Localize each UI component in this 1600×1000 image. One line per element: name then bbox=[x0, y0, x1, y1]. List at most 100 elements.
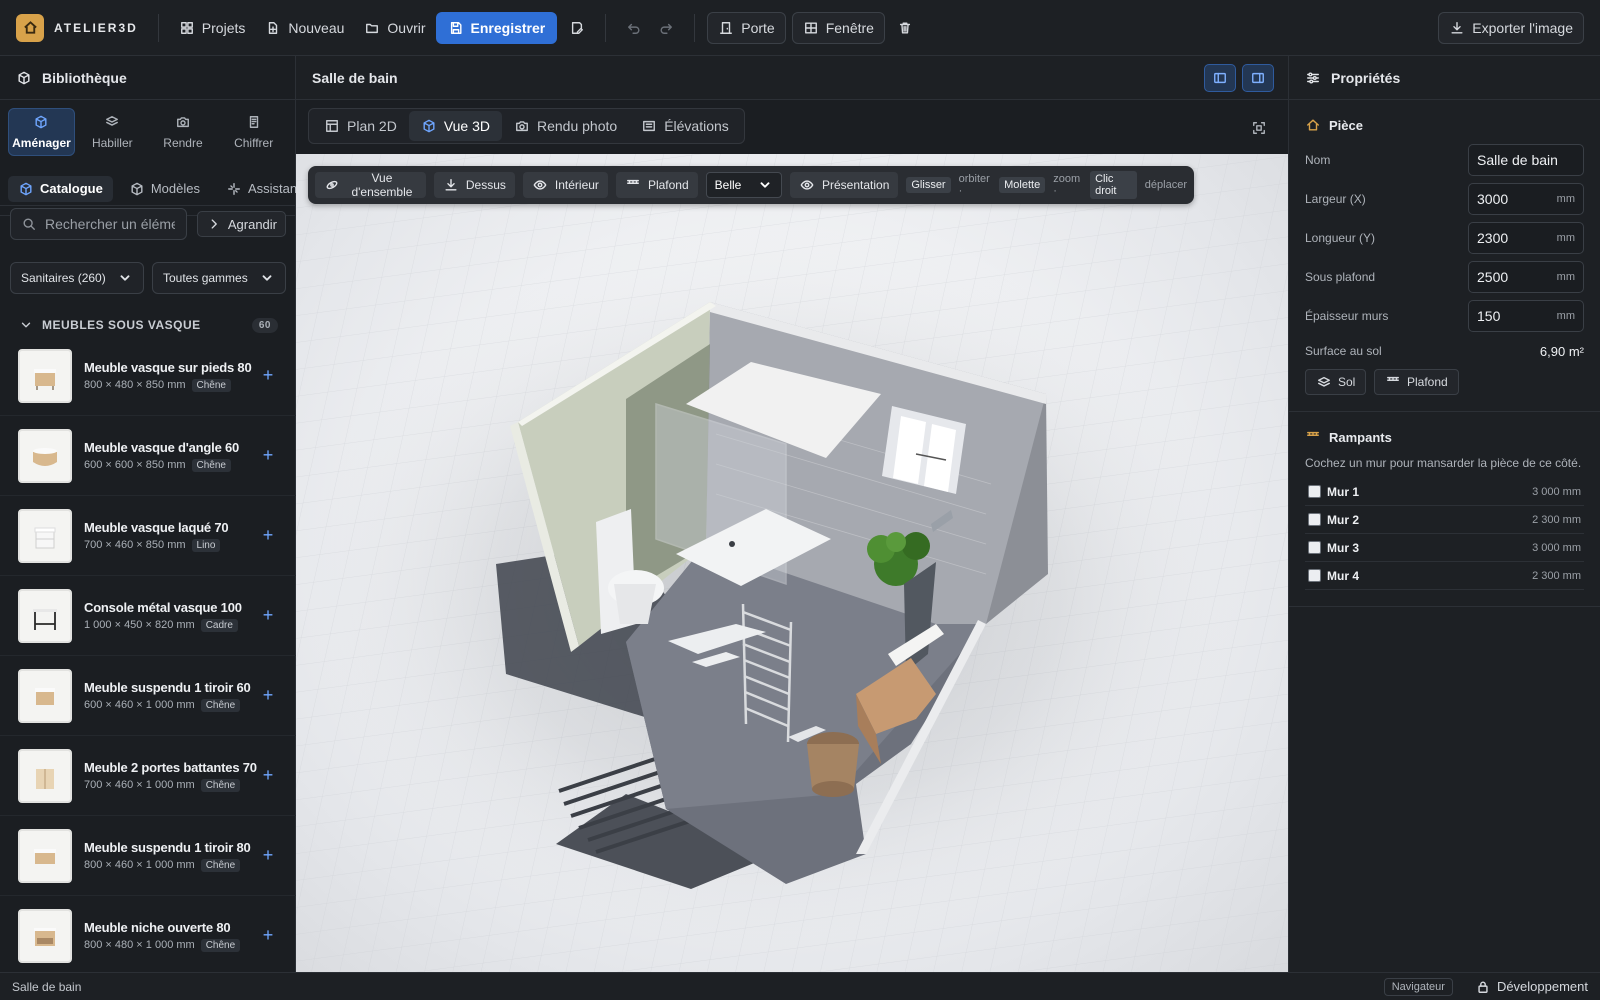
top-view-button[interactable]: Dessus bbox=[433, 172, 515, 198]
tab-plan-2d[interactable]: Plan 2D bbox=[312, 111, 409, 141]
window-button[interactable]: Fenêtre bbox=[791, 11, 885, 44]
category-count-badge: 60 bbox=[251, 317, 278, 333]
ceiling-toggle-button[interactable]: Plafond bbox=[615, 172, 698, 198]
cube-outline-icon bbox=[129, 181, 145, 197]
search-input[interactable] bbox=[45, 216, 175, 232]
tab-rendu-photo[interactable]: Rendu photo bbox=[502, 111, 629, 141]
room-name-input[interactable]: Salle de bain bbox=[1468, 143, 1584, 176]
add-item-button[interactable]: + bbox=[258, 365, 278, 386]
mode-chiffrer[interactable]: Chiffrer bbox=[220, 108, 287, 156]
top-toolbar: ATELIER3D Projets Nouveau Ouvrir Enregis… bbox=[0, 0, 1600, 56]
catalog-item[interactable]: Meuble niche ouverte 80 800 × 480 × 1 000… bbox=[0, 896, 296, 976]
item-thumbnail bbox=[18, 668, 72, 723]
export-image-button[interactable]: Exporter l'image bbox=[1438, 11, 1584, 44]
floor-area-label: Surface au sol bbox=[1305, 344, 1382, 358]
catalog-item[interactable]: Meuble suspendu 1 tiroir 60 600 × 460 × 1… bbox=[0, 656, 296, 736]
ceiling-button[interactable]: Plafond bbox=[1373, 369, 1459, 395]
presentation-button[interactable]: Présentation bbox=[789, 172, 899, 198]
save-button[interactable]: Enregistrer bbox=[435, 11, 558, 44]
library-title: Bibliothèque bbox=[42, 69, 127, 86]
item-thumbnail bbox=[18, 428, 72, 483]
catalog-item[interactable]: Meuble vasque sur pieds 80 800 × 480 × 85… bbox=[0, 336, 296, 416]
add-item-button[interactable]: + bbox=[258, 685, 278, 706]
status-bar: Salle de bain Navigateur Développement bbox=[0, 972, 1600, 1000]
room-3d-render bbox=[296, 154, 1288, 972]
tab-label: Élévations bbox=[664, 118, 729, 134]
add-item-button[interactable]: + bbox=[258, 525, 278, 546]
wall-thickness-input[interactable]: 150 mm bbox=[1468, 299, 1584, 332]
download-icon bbox=[1449, 20, 1465, 36]
toggle-right-panel-button[interactable] bbox=[1242, 64, 1274, 92]
overview-view-button[interactable]: Vue d'ensemble bbox=[315, 171, 426, 199]
length-input[interactable]: 2300 mm bbox=[1468, 221, 1584, 254]
sidebar-right-icon bbox=[1250, 70, 1266, 86]
catalog-item[interactable]: Meuble vasque laqué 70 700 × 460 × 850 mm… bbox=[0, 496, 296, 576]
ceiling-height-row: Sous plafond 2500 mm bbox=[1305, 257, 1584, 296]
item-text: Meuble niche ouverte 80 800 × 480 × 1 000… bbox=[84, 920, 246, 952]
add-item-button[interactable]: + bbox=[258, 765, 278, 786]
wall-thickness-unit: mm bbox=[1556, 309, 1575, 322]
window-icon bbox=[803, 20, 819, 36]
right-click-action-hint: déplacer bbox=[1144, 179, 1187, 191]
category-select[interactable]: Sanitaires (260) bbox=[10, 262, 144, 294]
tab-label: Rendu photo bbox=[537, 118, 618, 134]
length-label: Longueur (Y) bbox=[1305, 230, 1376, 245]
wall-checkbox[interactable] bbox=[1308, 513, 1321, 526]
width-input[interactable]: 3000 mm bbox=[1468, 182, 1584, 215]
projects-label: Projets bbox=[201, 19, 246, 36]
mode-habiller[interactable]: Habiller bbox=[79, 108, 146, 156]
wall-checkbox[interactable] bbox=[1308, 541, 1321, 554]
door-button[interactable]: Porte bbox=[707, 11, 786, 44]
add-item-button[interactable]: + bbox=[258, 925, 278, 946]
open-button[interactable]: Ouvrir bbox=[354, 12, 435, 44]
undo-button[interactable] bbox=[618, 12, 650, 44]
add-item-button[interactable]: + bbox=[258, 445, 278, 466]
toggle-left-panel-button[interactable] bbox=[1204, 64, 1236, 92]
add-item-button[interactable]: + bbox=[258, 845, 278, 866]
item-name: Meuble 2 portes battantes 70 bbox=[84, 759, 257, 775]
fit-view-button[interactable] bbox=[1246, 116, 1272, 140]
save-as-button[interactable] bbox=[561, 12, 593, 44]
tab-elevations[interactable]: Élévations bbox=[629, 111, 741, 141]
wall-name: Mur 4 bbox=[1327, 568, 1360, 583]
library-panel: Bibliothèque Aménager Habiller Rendre Ch… bbox=[0, 56, 301, 976]
mode-amenager[interactable]: Aménager bbox=[8, 108, 75, 156]
add-item-button[interactable]: + bbox=[258, 605, 278, 626]
new-button[interactable]: Nouveau bbox=[255, 12, 354, 44]
delete-button[interactable] bbox=[889, 12, 921, 44]
tab-label: Catalogue bbox=[40, 181, 103, 196]
catalog-item[interactable]: Meuble vasque d'angle 60 600 × 600 × 850 … bbox=[0, 416, 296, 496]
item-meta: 800 × 460 × 1 000 mm Chêne bbox=[84, 858, 246, 872]
wall-checkbox[interactable] bbox=[1308, 569, 1321, 582]
width-label: Largeur (X) bbox=[1305, 191, 1366, 206]
dev-mode[interactable]: Développement bbox=[1475, 979, 1588, 995]
projects-button[interactable]: Projets bbox=[169, 12, 256, 44]
catalog-item[interactable]: Meuble 2 portes battantes 70 700 × 460 × … bbox=[0, 736, 296, 816]
save-label: Enregistrer bbox=[470, 19, 546, 36]
interior-view-button[interactable]: Intérieur bbox=[522, 172, 608, 198]
cube-icon bbox=[33, 114, 49, 130]
length-value: 2300 bbox=[1477, 229, 1509, 246]
app-logo-icon[interactable] bbox=[16, 13, 44, 42]
range-select[interactable]: Toutes gammes bbox=[152, 262, 286, 294]
item-text: Meuble suspendu 1 tiroir 60 600 × 460 × 1… bbox=[84, 680, 251, 712]
catalog-item[interactable]: Meuble suspendu 1 tiroir 80 800 × 460 × 1… bbox=[0, 816, 296, 896]
tab-vue-3d[interactable]: Vue 3D bbox=[408, 111, 502, 141]
width-value: 3000 bbox=[1477, 190, 1509, 207]
tab-modeles[interactable]: Modèles bbox=[119, 176, 210, 202]
redo-button[interactable] bbox=[650, 12, 682, 44]
mode-rendre[interactable]: Rendre bbox=[150, 108, 217, 156]
tab-catalogue[interactable]: Catalogue bbox=[8, 175, 113, 202]
floor-button[interactable]: Sol bbox=[1305, 369, 1367, 395]
mode-label: Habiller bbox=[91, 136, 133, 150]
wall-checkbox[interactable] bbox=[1308, 485, 1321, 498]
item-name: Meuble niche ouverte 80 bbox=[84, 919, 231, 935]
cube-icon bbox=[16, 70, 32, 86]
chevron-down-icon bbox=[757, 177, 773, 193]
browser-chip[interactable]: Navigateur bbox=[1383, 977, 1453, 996]
catalog-item[interactable]: Console métal vasque 100 1 000 × 450 × 82… bbox=[0, 576, 296, 656]
3d-viewport[interactable]: Vue d'ensemble Dessus Intérieur Plafond … bbox=[296, 154, 1288, 972]
ceiling-height-input[interactable]: 2500 mm bbox=[1468, 260, 1584, 293]
render-quality-select[interactable]: Belle bbox=[705, 172, 782, 198]
expand-button[interactable]: Agrandir bbox=[196, 211, 286, 237]
